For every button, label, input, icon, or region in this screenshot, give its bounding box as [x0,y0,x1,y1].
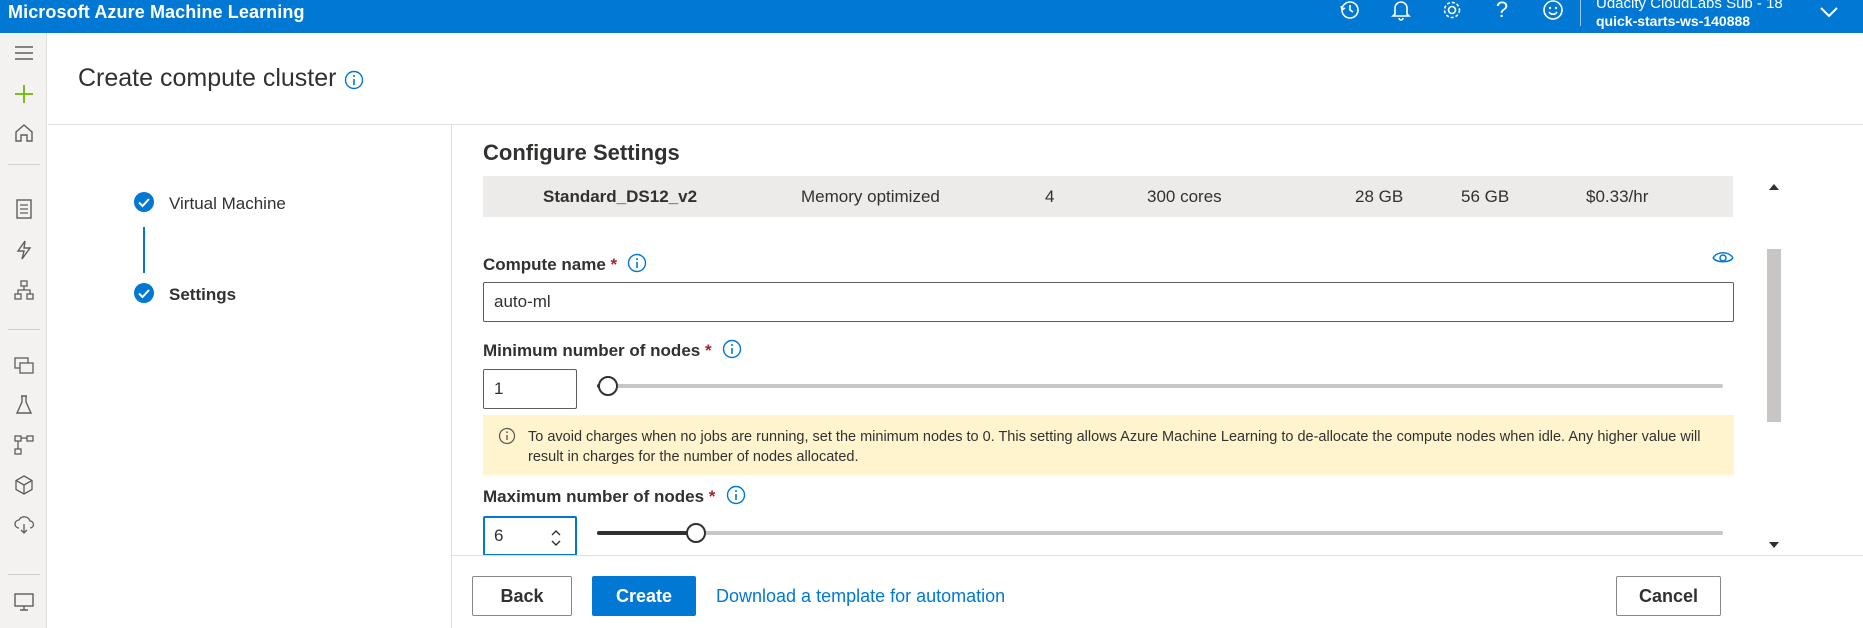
min-nodes-slider-track[interactable] [597,384,1723,388]
endpoints-icon[interactable] [12,513,36,537]
cancel-button[interactable]: Cancel [1616,576,1721,616]
min-nodes-slider-thumb[interactable] [598,376,618,396]
eye-icon[interactable] [1712,250,1734,266]
vm-name: Standard_DS12_v2 [543,187,698,206]
scroll-down-arrow-icon[interactable] [1765,538,1783,552]
vm-available-quota: 300 cores [1147,187,1222,206]
bell-icon[interactable] [1383,0,1419,21]
vm-storage: 56 GB [1461,187,1510,206]
compute-icon[interactable] [12,590,36,614]
step-complete-check-icon [134,283,154,303]
step-complete-check-icon [134,192,154,212]
gear-icon[interactable] [1434,0,1470,20]
datasets-icon[interactable] [12,353,36,377]
back-button[interactable]: Back [472,576,572,616]
feedback-smiley-icon[interactable] [1535,0,1571,20]
info-icon[interactable] [343,69,365,91]
min-nodes-label: Minimum number of nodes * [483,341,712,360]
compute-name-label: Compute name * [483,255,618,274]
models-icon[interactable] [12,473,36,497]
left-nav-rail [0,33,47,628]
spin-button-icon[interactable] [549,526,563,548]
warning-text: To avoid charges when no jobs are runnin… [528,429,1701,465]
max-nodes-slider-fill [597,531,695,535]
account-subscription[interactable]: Udacity CloudLabs Sub - 18 [1596,0,1783,12]
step-settings[interactable]: Settings [169,285,236,305]
required-mark: * [704,341,712,360]
plus-icon[interactable] [12,82,36,106]
download-template-link[interactable]: Download a template for automation [716,586,1005,607]
section-title: Configure Settings [483,140,680,165]
designer-icon[interactable] [12,278,36,302]
max-nodes-input[interactable]: 6 [483,516,577,556]
create-button[interactable]: Create [592,576,696,616]
required-mark: * [708,487,716,506]
max-nodes-label: Maximum number of nodes * [483,487,716,506]
scroll-up-arrow-icon[interactable] [1765,180,1783,194]
help-icon[interactable]: ? [1484,0,1520,22]
max-nodes-slider-thumb[interactable] [686,523,706,543]
compute-name-input[interactable]: auto-ml [483,282,1734,322]
topbar-divider [1580,0,1581,26]
info-icon[interactable] [725,484,747,506]
home-icon[interactable] [12,121,36,145]
history-icon[interactable] [1332,0,1368,20]
automl-icon[interactable] [12,238,36,262]
selected-vm-row[interactable]: Standard_DS12_v2 Memory optimized 4 300 … [483,176,1733,217]
info-icon[interactable] [626,252,648,274]
required-mark: * [610,255,618,274]
pipelines-icon[interactable] [12,433,36,457]
top-bar: Microsoft Azure Machine Learning ? Udaci… [0,0,1863,33]
page-title: Create compute cluster [78,64,337,92]
scrollbar-thumb[interactable] [1767,249,1781,422]
experiments-icon[interactable] [12,393,36,417]
step-virtual-machine[interactable]: Virtual Machine [169,194,286,214]
vm-workload-cores: 4 [1045,187,1055,206]
step-connector [143,227,145,273]
info-icon[interactable] [721,338,743,360]
app-title[interactable]: Microsoft Azure Machine Learning [8,2,305,23]
min-nodes-input[interactable]: 1 [483,369,577,409]
vm-cost: $0.33/hr [1586,187,1649,206]
vm-ram: 28 GB [1355,187,1404,206]
info-icon [497,426,517,446]
chevron-down-icon[interactable] [1818,2,1842,22]
min-nodes-warning: To avoid charges when no jobs are runnin… [483,415,1734,475]
account-workspace[interactable]: quick-starts-ws-140888 [1596,13,1750,29]
notebook-icon[interactable] [12,197,36,221]
max-nodes-slider-track[interactable] [597,531,1723,535]
vm-category: Memory optimized [801,187,940,206]
hamburger-icon[interactable] [12,41,36,65]
